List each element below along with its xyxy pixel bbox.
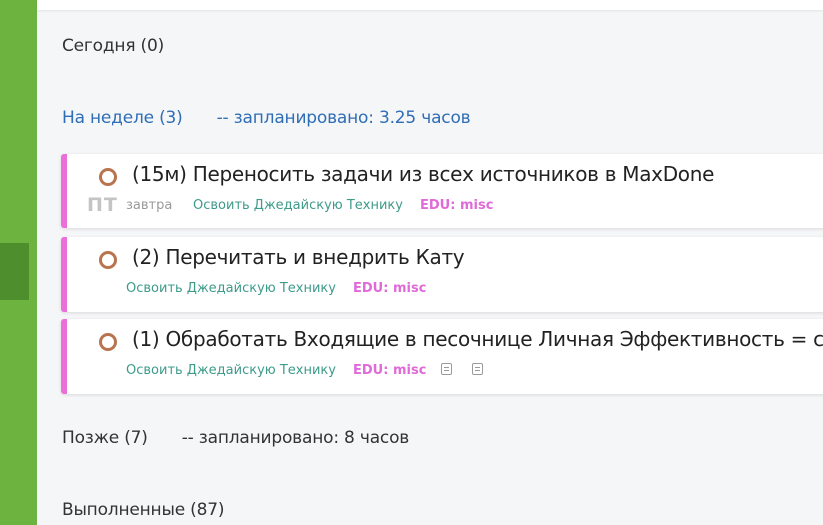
section-week[interactable]: На неделе (3) -- запланировано: 3.25 часо… (62, 108, 471, 128)
task-card[interactable]: (15м) Переносить задачи из всех источник… (61, 154, 823, 228)
task-project[interactable]: Освоить Джедайскую Технику (126, 363, 336, 378)
task-project[interactable]: Освоить Джедайскую Технику (126, 281, 336, 296)
section-done-label: Выполненные (87) (62, 500, 225, 520)
section-later-planned: -- запланировано: 8 часов (181, 428, 410, 448)
task-weekday: ПТ (87, 194, 118, 216)
section-done[interactable]: Выполненные (87) (62, 500, 224, 520)
section-week-label: На неделе (3) (62, 108, 183, 128)
task-card[interactable]: (1) Обработать Входящие в песочнице Личн… (61, 319, 823, 394)
task-checkbox[interactable] (99, 333, 117, 351)
sidebar-active-item[interactable] (0, 243, 29, 300)
checklist-icon[interactable] (441, 363, 452, 375)
task-card[interactable]: (2) Перечитать и внедрить Кату Освоить Д… (61, 237, 823, 312)
task-title[interactable]: (1) Обработать Входящие в песочнице Личн… (132, 327, 823, 351)
section-later-label: Позже (7) (62, 428, 148, 448)
section-today[interactable]: Сегодня (0) (62, 36, 164, 56)
task-due: завтра (126, 198, 173, 213)
task-tag[interactable]: EDU: misc (353, 281, 426, 296)
section-today-label: Сегодня (0) (62, 36, 165, 56)
task-checkbox[interactable] (99, 251, 117, 269)
section-week-planned: -- запланировано: 3.25 часов (216, 108, 471, 128)
task-title[interactable]: (15м) Переносить задачи из всех источник… (132, 162, 714, 186)
task-tag[interactable]: EDU: misc (353, 363, 426, 378)
task-title[interactable]: (2) Перечитать и внедрить Кату (132, 245, 465, 269)
task-tag[interactable]: EDU: misc (420, 198, 493, 213)
task-project[interactable]: Освоить Джедайскую Технику (193, 198, 403, 213)
note-icon[interactable] (472, 363, 483, 375)
section-later[interactable]: Позже (7) -- запланировано: 8 часов (62, 428, 409, 448)
top-bar (37, 0, 823, 10)
task-checkbox[interactable] (99, 168, 117, 186)
